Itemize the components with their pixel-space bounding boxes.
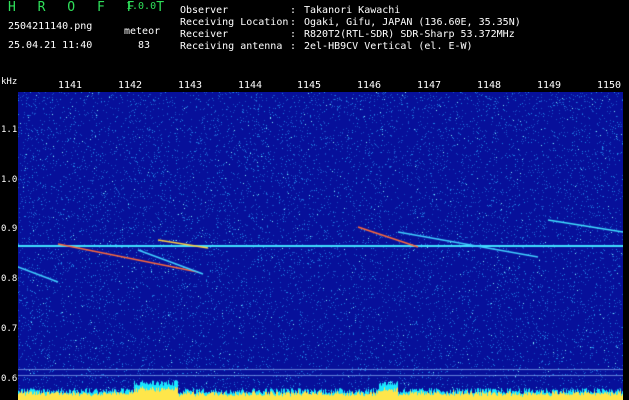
y-tick-label: 0.8 — [1, 274, 18, 284]
observer-label: Observer — [180, 5, 229, 16]
colon: : — [290, 29, 297, 40]
y-axis-unit: kHz — [1, 77, 18, 87]
y-tick-label: 0.6 — [1, 374, 18, 384]
x-tick-label: 1141 — [58, 80, 83, 91]
colon: : — [290, 5, 297, 16]
x-tick-label: 1142 — [118, 80, 143, 91]
location-label: Receiving Location — [180, 17, 289, 28]
colon: : — [290, 41, 297, 52]
x-tick-label: 1146 — [357, 80, 382, 91]
observer-value: Takanori Kawachi — [304, 5, 401, 16]
y-tick-label: 1.1 — [1, 125, 18, 135]
y-tick-label: 1.0 — [1, 175, 18, 185]
receiver-label: Receiver — [180, 29, 229, 40]
file-name: 2504211140.png — [8, 21, 93, 32]
app-version: 1.0.0 — [126, 1, 157, 12]
spectrogram-canvas — [18, 92, 623, 400]
x-tick-label: 1148 — [477, 80, 502, 91]
spectrogram — [18, 92, 623, 400]
y-tick-label: 0.9 — [1, 224, 18, 234]
x-tick-label: 1145 — [297, 80, 322, 91]
location-value: Ogaki, Gifu, JAPAN (136.60E, 35.35N) — [304, 17, 521, 28]
x-tick-label: 1143 — [178, 80, 203, 91]
x-tick-label: 1149 — [537, 80, 562, 91]
receiver-value: R820T2(RTL-SDR) SDR-Sharp 53.372MHz — [304, 29, 515, 40]
colon: : — [290, 17, 297, 28]
y-tick-label: 0.7 — [1, 324, 18, 334]
x-tick-label: 1147 — [417, 80, 442, 91]
antenna-label: Receiving antenna — [180, 41, 283, 52]
antenna-value: 2el-HB9CV Vertical (el. E-W) — [304, 41, 473, 52]
detection-type: meteor — [124, 26, 161, 37]
timestamp: 25.04.21 11:40 — [8, 40, 93, 51]
meteor-count: 83 — [138, 40, 151, 51]
x-tick-label: 1150 — [597, 80, 622, 91]
x-tick-label: 1144 — [238, 80, 263, 91]
